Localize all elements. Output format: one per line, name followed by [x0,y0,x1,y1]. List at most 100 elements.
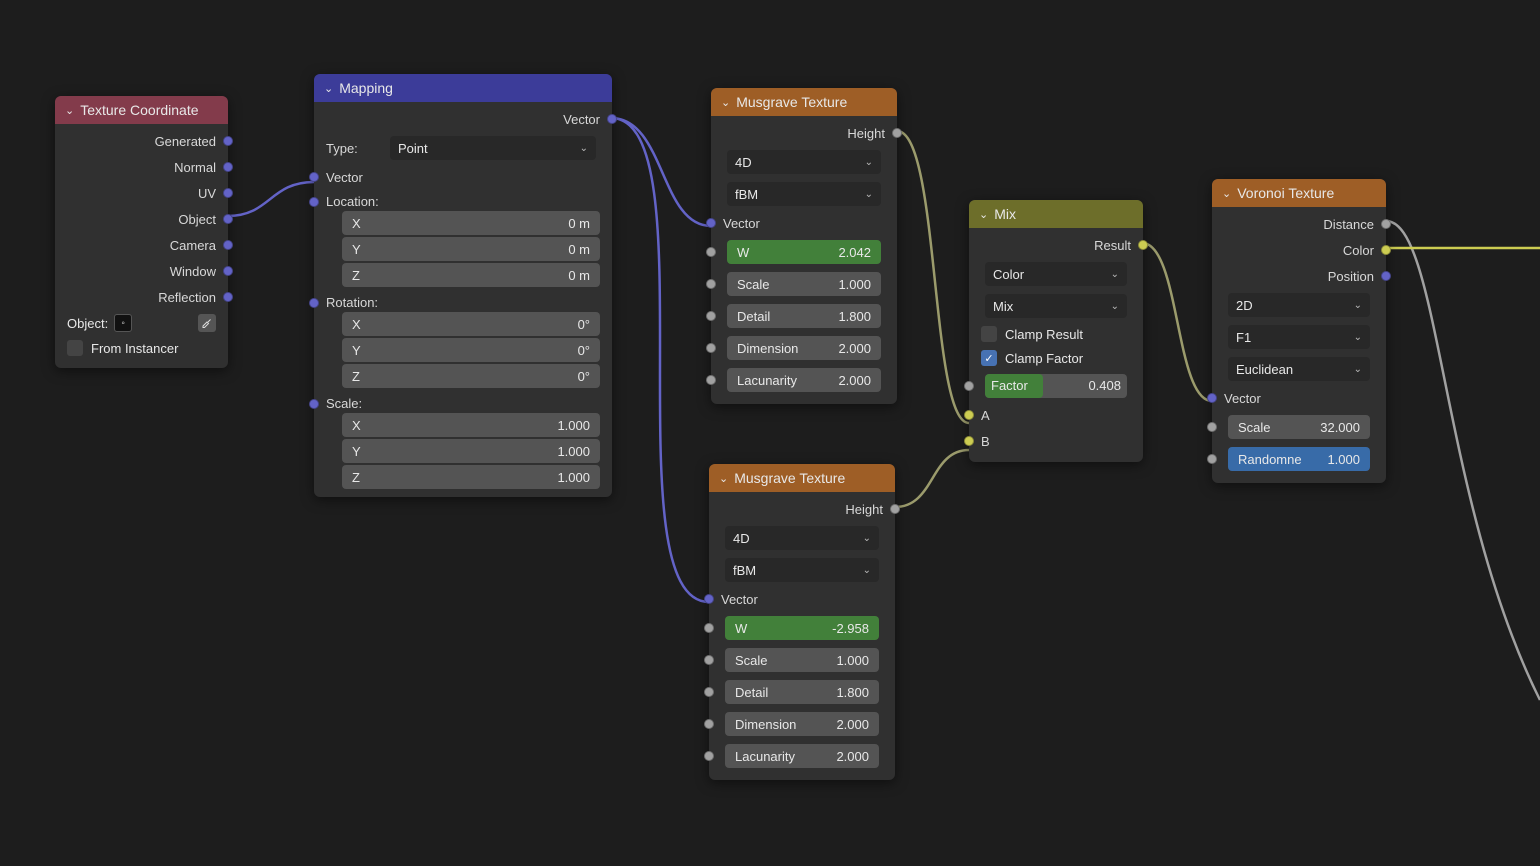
socket-in[interactable] [704,623,714,633]
eyedropper-icon[interactable] [198,314,216,332]
socket-out[interactable] [223,136,233,146]
detail-field[interactable]: Detail1.800 [725,680,879,704]
feature-dropdown[interactable]: F1⌄ [1228,325,1370,349]
input-a: A [981,408,990,423]
socket-out[interactable] [1138,240,1148,250]
scale-field[interactable]: Scale1.000 [727,272,881,296]
detail-field[interactable]: Detail1.800 [727,304,881,328]
dimension-field[interactable]: Dimension2.000 [727,336,881,360]
socket-in[interactable] [309,172,319,182]
clamp-factor-label: Clamp Factor [1005,351,1083,366]
rotation-label: Rotation: [326,295,378,310]
rotation-x[interactable]: X0° [342,312,600,336]
socket-out[interactable] [1381,219,1391,229]
socket-out[interactable] [607,114,617,124]
scale-field[interactable]: Scale32.000 [1228,415,1370,439]
node-header[interactable]: ⌄ Mix [969,200,1143,228]
socket-in[interactable] [1207,422,1217,432]
metric-dropdown[interactable]: Euclidean⌄ [1228,357,1370,381]
blend-dropdown[interactable]: Mix⌄ [985,294,1127,318]
node-header[interactable]: ⌄ Musgrave Texture [709,464,895,492]
object-picker[interactable]: ◦ [114,314,132,332]
input-b: B [981,434,990,449]
socket-in[interactable] [704,655,714,665]
lacunarity-field[interactable]: Lacunarity2.000 [725,744,879,768]
node-header[interactable]: ⌄ Mapping [314,74,612,102]
socket-out[interactable] [223,266,233,276]
chevron-down-icon: ⌄ [721,96,730,109]
socket-in[interactable] [309,197,319,207]
input-vector: Vector [326,170,363,185]
scale-z[interactable]: Z1.000 [342,465,600,489]
node-musgrave-2[interactable]: ⌄ Musgrave Texture Height 4D⌄ fBM⌄ Vecto… [709,464,895,780]
socket-out[interactable] [890,504,900,514]
dimension-field[interactable]: Dimension2.000 [725,712,879,736]
node-header[interactable]: ⌄ Texture Coordinate [55,96,228,124]
socket-in[interactable] [706,311,716,321]
socket-in[interactable] [706,343,716,353]
datatype-dropdown[interactable]: Color⌄ [985,262,1127,286]
output-result: Result [1094,238,1131,253]
scale-x[interactable]: X1.000 [342,413,600,437]
dim-dropdown[interactable]: 4D⌄ [727,150,881,174]
socket-in[interactable] [704,594,714,604]
socket-out[interactable] [223,240,233,250]
w-field[interactable]: W2.042 [727,240,881,264]
socket-out[interactable] [1381,245,1391,255]
socket-out[interactable] [223,292,233,302]
node-mapping[interactable]: ⌄ Mapping Vector Type: Point⌄ Vector Loc… [314,74,612,497]
socket-out[interactable] [1381,271,1391,281]
type-dropdown[interactable]: fBM⌄ [725,558,879,582]
location-y[interactable]: Y0 m [342,237,600,261]
rotation-y[interactable]: Y0° [342,338,600,362]
socket-in[interactable] [706,375,716,385]
socket-in[interactable] [706,247,716,257]
clamp-factor-checkbox[interactable]: ✓ [981,350,997,366]
dim-dropdown[interactable]: 2D⌄ [1228,293,1370,317]
node-voronoi[interactable]: ⌄ Voronoi Texture Distance Color Positio… [1212,179,1386,483]
rotation-z[interactable]: Z0° [342,364,600,388]
socket-out[interactable] [223,214,233,224]
socket-in[interactable] [1207,393,1217,403]
socket-in-b[interactable] [964,436,974,446]
socket-in[interactable] [1207,454,1217,464]
type-dropdown[interactable]: Point⌄ [390,136,596,160]
node-header[interactable]: ⌄ Voronoi Texture [1212,179,1386,207]
lacunarity-field[interactable]: Lacunarity2.000 [727,368,881,392]
dim-dropdown[interactable]: 4D⌄ [725,526,879,550]
location-z[interactable]: Z0 m [342,263,600,287]
socket-in-a[interactable] [964,410,974,420]
randomness-field[interactable]: Randomne1.000 [1228,447,1370,471]
socket-in[interactable] [704,719,714,729]
scale-field[interactable]: Scale1.000 [725,648,879,672]
output-normal: Normal [174,160,216,175]
node-title: Mapping [339,80,393,96]
node-title: Musgrave Texture [736,94,847,110]
socket-in[interactable] [704,687,714,697]
chevron-down-icon: ⌄ [580,143,588,154]
node-header[interactable]: ⌄ Musgrave Texture [711,88,897,116]
scale-y[interactable]: Y1.000 [342,439,600,463]
w-field[interactable]: W-2.958 [725,616,879,640]
socket-in[interactable] [704,751,714,761]
socket-out[interactable] [223,188,233,198]
node-mix[interactable]: ⌄ Mix Result Color⌄ Mix⌄ Clamp Result ✓C… [969,200,1143,462]
node-title: Texture Coordinate [80,102,198,118]
node-texture-coordinate[interactable]: ⌄ Texture Coordinate Generated Normal UV… [55,96,228,368]
from-instancer-checkbox[interactable] [67,340,83,356]
socket-in[interactable] [309,399,319,409]
chevron-down-icon: ⌄ [1354,364,1362,375]
location-x[interactable]: X0 m [342,211,600,235]
output-uv: UV [198,186,216,201]
output-generated: Generated [155,134,216,149]
socket-in[interactable] [964,381,974,391]
socket-out[interactable] [892,128,902,138]
socket-in[interactable] [309,298,319,308]
factor-slider[interactable]: Factor0.408 [985,374,1127,398]
type-dropdown[interactable]: fBM⌄ [727,182,881,206]
clamp-result-checkbox[interactable] [981,326,997,342]
socket-in[interactable] [706,218,716,228]
socket-in[interactable] [706,279,716,289]
node-musgrave-1[interactable]: ⌄ Musgrave Texture Height 4D⌄ fBM⌄ Vecto… [711,88,897,404]
socket-out[interactable] [223,162,233,172]
